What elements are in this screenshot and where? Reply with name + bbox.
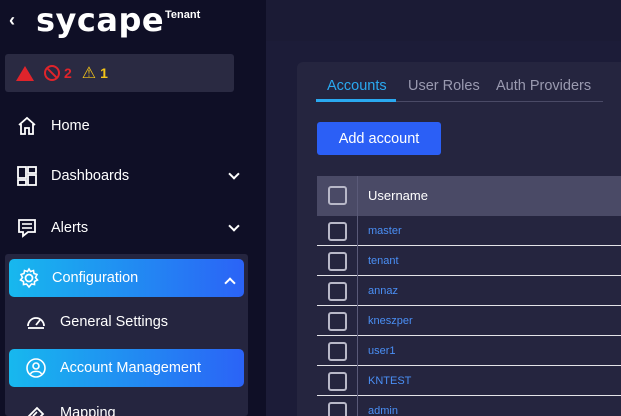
username-link[interactable]: kneszper bbox=[368, 315, 413, 327]
username-link[interactable]: KNTEST bbox=[368, 375, 411, 387]
column-header-username[interactable]: Username bbox=[368, 188, 428, 203]
table-row[interactable]: admin bbox=[317, 396, 621, 416]
ban-icon bbox=[44, 65, 60, 81]
gear-icon bbox=[18, 267, 40, 289]
chevron-up-icon bbox=[224, 277, 236, 289]
username-link[interactable]: admin bbox=[368, 405, 398, 416]
user-icon bbox=[25, 357, 47, 379]
column-divider bbox=[357, 176, 358, 416]
select-all-checkbox[interactable] bbox=[328, 186, 347, 205]
home-icon bbox=[16, 115, 38, 137]
row-checkbox[interactable] bbox=[328, 372, 347, 391]
nav-item-home[interactable]: Home bbox=[0, 104, 266, 148]
row-checkbox[interactable] bbox=[328, 342, 347, 361]
table-row[interactable]: tenant bbox=[317, 246, 621, 276]
nav-item-label: General Settings bbox=[60, 314, 169, 330]
top-bar bbox=[266, 0, 621, 41]
mapping-icon bbox=[25, 402, 47, 416]
alerts-icon bbox=[16, 217, 38, 239]
nav-item-label: Account Management bbox=[60, 360, 202, 376]
sidebar: ‹ sycape Tenant 2 ⚠ 1 Home Dashboards Al… bbox=[0, 0, 266, 416]
nav-item-configuration[interactable]: Configuration bbox=[9, 259, 244, 297]
chevron-down-icon bbox=[228, 220, 240, 232]
row-checkbox[interactable] bbox=[328, 312, 347, 331]
table-row[interactable]: KNTEST bbox=[317, 366, 621, 396]
row-checkbox[interactable] bbox=[328, 222, 347, 241]
tab-bar: Accounts User Roles Auth Providers bbox=[316, 74, 603, 102]
tenant-label: Tenant bbox=[165, 9, 201, 21]
chevron-down-icon bbox=[228, 168, 240, 180]
table-row[interactable]: user1 bbox=[317, 336, 621, 366]
row-checkbox[interactable] bbox=[328, 252, 347, 271]
row-checkbox[interactable] bbox=[328, 282, 347, 301]
table-header: Username bbox=[317, 176, 621, 216]
tab-auth-providers[interactable]: Auth Providers bbox=[496, 78, 591, 94]
warning-icon: ⚠ bbox=[81, 65, 97, 82]
logo: sycape bbox=[36, 1, 165, 39]
nav-item-alerts[interactable]: Alerts bbox=[0, 206, 266, 250]
gauge-icon bbox=[25, 311, 47, 333]
nav-item-account-management[interactable]: Account Management bbox=[9, 349, 244, 387]
nav-item-label: Mapping bbox=[60, 405, 116, 416]
table-row[interactable]: annaz bbox=[317, 276, 621, 306]
dashboard-icon bbox=[16, 165, 38, 187]
critical-count: 2 bbox=[64, 65, 72, 81]
logo-row: ‹ sycape Tenant bbox=[0, 0, 266, 40]
row-checkbox[interactable] bbox=[328, 402, 347, 416]
nav-item-general-settings[interactable]: General Settings bbox=[9, 303, 244, 341]
nav-item-label: Home bbox=[51, 118, 90, 134]
collapse-sidebar-button[interactable]: ‹ bbox=[4, 10, 20, 30]
add-account-button[interactable]: Add account bbox=[317, 122, 441, 155]
nav-item-mapping[interactable]: Mapping bbox=[9, 394, 244, 416]
username-link[interactable]: master bbox=[368, 225, 402, 237]
tab-accounts[interactable]: Accounts bbox=[327, 78, 387, 94]
nav-item-label: Dashboards bbox=[51, 168, 130, 184]
active-tab-indicator bbox=[316, 99, 396, 102]
alert-summary[interactable]: 2 ⚠ 1 bbox=[5, 54, 234, 92]
username-link[interactable]: tenant bbox=[368, 255, 399, 267]
username-link[interactable]: annaz bbox=[368, 285, 398, 297]
critical-triangle-icon bbox=[16, 65, 34, 81]
table-row[interactable]: master bbox=[317, 216, 621, 246]
username-link[interactable]: user1 bbox=[368, 345, 396, 357]
nav-item-label: Alerts bbox=[51, 220, 89, 236]
warning-count: 1 bbox=[100, 65, 108, 81]
nav-item-label: Configuration bbox=[52, 270, 139, 286]
table-row[interactable]: kneszper bbox=[317, 306, 621, 336]
tab-user-roles[interactable]: User Roles bbox=[408, 78, 480, 94]
nav-item-dashboards[interactable]: Dashboards bbox=[0, 154, 266, 198]
